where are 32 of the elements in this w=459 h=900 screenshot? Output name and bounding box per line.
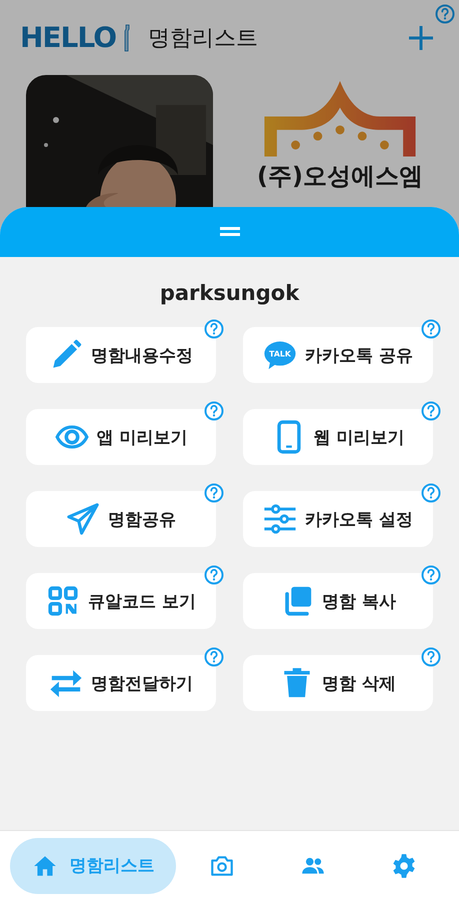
help-icon[interactable] <box>421 565 441 585</box>
action-button[interactable]: 카카오톡 설정 <box>243 491 433 547</box>
help-icon[interactable] <box>204 401 224 421</box>
card-owner-name: parksungok <box>158 281 300 305</box>
action-button[interactable]: 명함내용수정 <box>26 327 216 383</box>
sliders-icon <box>263 502 298 536</box>
action-button[interactable]: 명함 복사 <box>243 573 433 629</box>
help-icon[interactable] <box>204 319 224 339</box>
action-button[interactable]: 명함 삭제 <box>243 655 433 711</box>
action-button[interactable]: 명함전달하기 <box>26 655 216 711</box>
action-button[interactable]: TALK 카카오톡 공유 <box>243 327 433 383</box>
qr-code-icon <box>46 584 80 618</box>
help-icon[interactable] <box>204 647 224 667</box>
company-name: (주)오성에스엠 <box>257 163 423 191</box>
help-icon[interactable] <box>421 483 441 503</box>
paper-plane-icon <box>66 502 100 536</box>
page-title: 명함리스트 <box>148 24 260 52</box>
app-logo: HELLO <box>20 21 116 54</box>
drag-handle-icon[interactable] <box>220 227 240 237</box>
add-icon[interactable] <box>409 26 433 50</box>
help-icon[interactable] <box>204 483 224 503</box>
figure-icon <box>122 22 132 54</box>
action-button[interactable]: 명함공유 <box>26 491 216 547</box>
gear-icon <box>390 852 416 878</box>
action-button[interactable]: 웹 미리보기 <box>243 409 433 465</box>
action-button[interactable]: 앱 미리보기 <box>26 409 216 465</box>
help-icon[interactable] <box>435 4 455 24</box>
help-icon[interactable] <box>421 647 441 667</box>
help-icon[interactable] <box>421 401 441 421</box>
action-button[interactable]: 큐알코드 보기 <box>26 573 216 629</box>
help-icon[interactable] <box>204 565 224 585</box>
help-icon[interactable] <box>421 319 441 339</box>
